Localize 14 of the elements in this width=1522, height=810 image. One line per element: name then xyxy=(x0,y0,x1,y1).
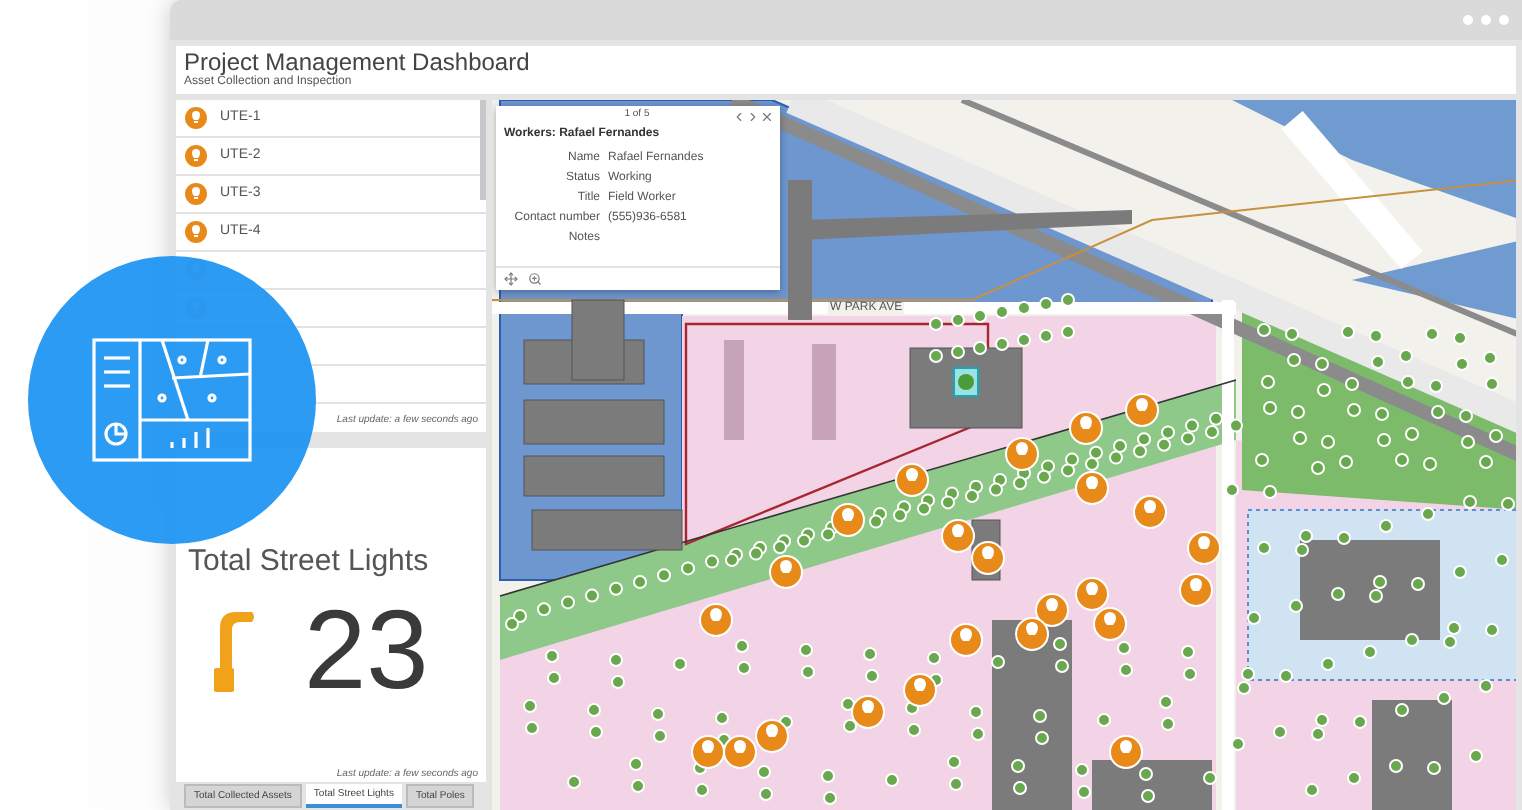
lightbulb-marker-icon xyxy=(184,144,208,168)
indicator-title: Total Street Lights xyxy=(186,544,431,578)
dashboard-icon xyxy=(92,338,252,462)
lightbulb-marker-icon xyxy=(184,106,208,130)
dashboard-title: Project Management Dashboard xyxy=(184,50,532,76)
move-icon[interactable] xyxy=(504,272,518,286)
previous-icon[interactable] xyxy=(732,109,746,123)
close-icon[interactable] xyxy=(760,109,774,123)
next-icon[interactable] xyxy=(746,109,760,123)
zoom-icon[interactable] xyxy=(528,272,542,286)
lightbulb-marker-icon xyxy=(184,182,208,206)
lightbulb-marker-icon xyxy=(184,220,208,244)
indicator-value: 23 xyxy=(304,594,429,706)
window-dots-icon xyxy=(1462,14,1510,26)
